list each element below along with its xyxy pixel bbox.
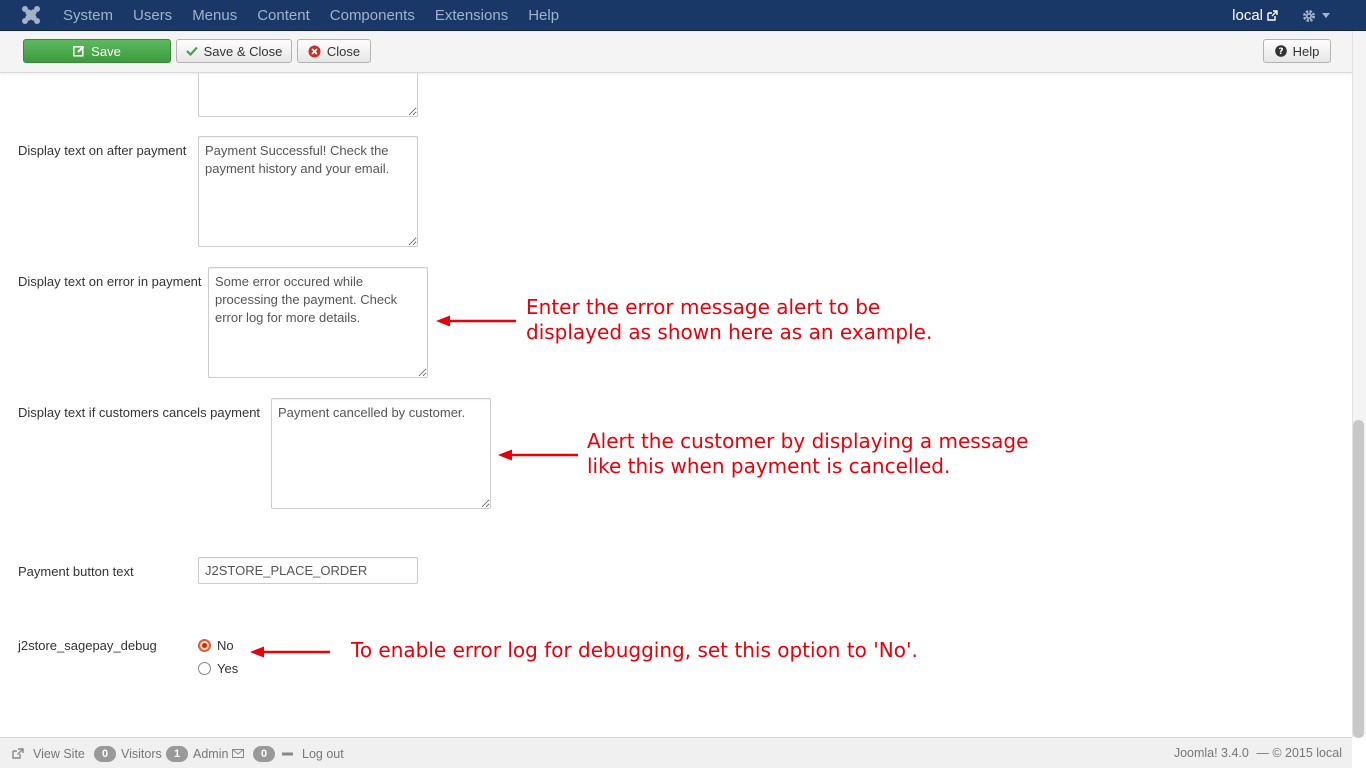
button-text-input[interactable]	[198, 557, 418, 584]
view-site-link[interactable]: View Site	[12, 738, 85, 768]
status-footer: View Site 0 Visitors 1 Admin 0 Log out J…	[0, 737, 1352, 768]
joomla-logo-icon[interactable]	[20, 4, 42, 26]
menu-system[interactable]: System	[53, 0, 123, 31]
messages-status[interactable]: 0	[232, 738, 275, 768]
settings-dropdown[interactable]	[1302, 0, 1330, 31]
logout-label: Log out	[302, 746, 344, 761]
annotation-debug-line: To enable error log for debugging, set t…	[351, 638, 918, 662]
admin-status: 1 Admin	[166, 738, 228, 768]
debug-option-no-label: No	[217, 638, 234, 653]
menu-extensions[interactable]: Extensions	[425, 0, 518, 31]
save-close-button-label: Save & Close	[203, 43, 283, 59]
after-payment-textarea[interactable]: Payment Successful! Check the payment hi…	[198, 136, 418, 247]
external-link-icon	[1267, 10, 1278, 21]
annotation-arrow-icon	[250, 646, 330, 658]
annotation-error-line1: Enter the error message alert to be	[526, 295, 881, 319]
gear-icon	[1303, 9, 1315, 22]
admin-label: Admin	[193, 746, 229, 761]
cancel-payment-label: Display text if customers cancels paymen…	[18, 405, 261, 420]
visitors-status: 0 Visitors	[94, 738, 162, 768]
footer-version: Joomla! 3.4.0 — © 2015 local	[1174, 738, 1342, 768]
menu-users[interactable]: Users	[123, 0, 182, 31]
admin-count-badge: 1	[166, 745, 188, 762]
error-payment-label: Display text on error in payment	[18, 274, 202, 289]
save-close-button[interactable]: Save & Close	[176, 39, 292, 63]
annotation-arrow-icon	[498, 449, 578, 461]
check-icon	[185, 46, 198, 56]
copyright-label: — © 2015 local	[1256, 746, 1342, 760]
minus-icon	[282, 752, 293, 755]
visitors-label: Visitors	[121, 746, 162, 761]
envelope-icon	[232, 749, 244, 758]
annotation-arrow-icon	[436, 315, 516, 327]
caret-down-icon	[1322, 13, 1330, 18]
site-link-label: local	[1232, 7, 1263, 24]
help-button[interactable]: ? Help	[1263, 39, 1331, 63]
menu-menus[interactable]: Menus	[182, 0, 247, 31]
menu-components[interactable]: Components	[320, 0, 425, 31]
messages-count-badge: 0	[253, 745, 275, 762]
scrollbar-thumb[interactable]	[1353, 420, 1364, 738]
menu-help[interactable]: Help	[518, 0, 569, 31]
version-label: Joomla! 3.4.0	[1173, 746, 1249, 760]
save-button-label: Save	[91, 43, 121, 59]
close-button[interactable]: Close	[297, 39, 371, 63]
debug-option-yes[interactable]: Yes	[198, 661, 238, 676]
debug-label: j2store_sagepay_debug	[18, 638, 157, 653]
top-navbar: System Users Menus Content Components Ex…	[0, 0, 1366, 31]
cancel-payment-textarea[interactable]: Payment cancelled by customer.	[271, 398, 491, 509]
debug-radio-yes[interactable]	[198, 662, 211, 675]
debug-option-yes-label: Yes	[217, 661, 239, 676]
debug-radio-no[interactable]	[198, 639, 211, 652]
svg-text:?: ?	[1278, 47, 1283, 57]
external-link-icon	[12, 748, 24, 759]
main-menu: System Users Menus Content Components Ex…	[53, 0, 569, 31]
button-text-label: Payment button text	[18, 564, 134, 579]
toolbar: Save Save & Close Close ? Help	[0, 31, 1352, 73]
site-link[interactable]: local	[1232, 0, 1278, 31]
debug-option-no[interactable]: No	[198, 638, 234, 653]
visitors-count-badge: 0	[94, 745, 116, 762]
annotation-error-line2: displayed as shown here as an example.	[526, 320, 933, 344]
after-payment-label: Display text on after payment	[18, 143, 187, 158]
cancel-icon	[308, 45, 321, 57]
annotation-cancel-line2: like this when payment is cancelled.	[587, 454, 951, 478]
annotation-cancel-line1: Alert the customer by displaying a messa…	[587, 429, 1029, 453]
view-site-label: View Site	[33, 746, 85, 761]
previous-text-field[interactable]	[198, 73, 418, 117]
logout-link[interactable]: Log out	[282, 738, 344, 768]
error-payment-textarea[interactable]: Some error occured while processing the …	[208, 267, 428, 378]
edit-icon	[73, 45, 85, 57]
help-button-label: Help	[1292, 43, 1320, 59]
question-icon: ?	[1274, 45, 1287, 57]
close-button-label: Close	[326, 43, 361, 59]
save-button[interactable]: Save	[23, 39, 171, 63]
menu-content[interactable]: Content	[247, 0, 320, 31]
